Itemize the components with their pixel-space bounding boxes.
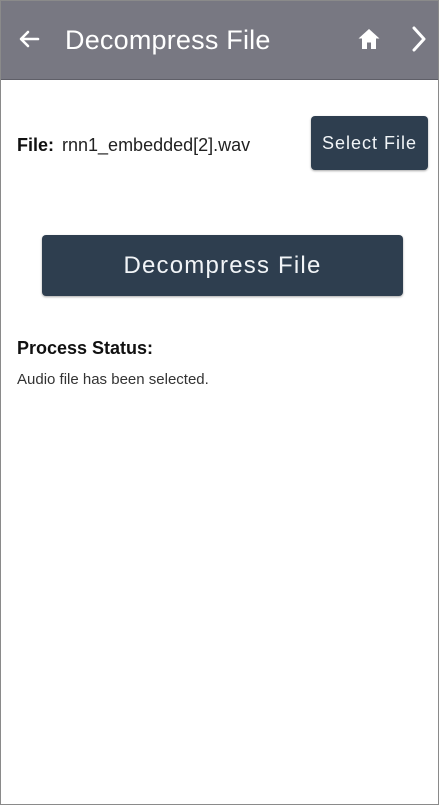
chevron-right-icon (412, 26, 426, 52)
file-label: File: (17, 135, 55, 155)
page-title: Decompress File (65, 25, 271, 55)
arrow-back-icon (19, 30, 40, 48)
process-status-heading: Process Status: (17, 338, 154, 358)
decompress-file-button[interactable]: Decompress File (42, 235, 403, 296)
home-button[interactable] (353, 23, 385, 55)
home-icon (358, 29, 380, 49)
app-window: Decompress File File: rnn1_embedded[2].wa… (0, 0, 439, 805)
file-name: rnn1_embedded[2].wav (62, 135, 251, 155)
app-bar: Decompress File (1, 1, 438, 80)
select-file-button[interactable]: Select File (311, 116, 428, 170)
file-row: File: rnn1_embedded[2].wav (17, 132, 250, 158)
next-button[interactable] (405, 23, 433, 55)
process-status-message: Audio file has been selected. (17, 371, 209, 388)
back-button[interactable] (13, 23, 45, 55)
